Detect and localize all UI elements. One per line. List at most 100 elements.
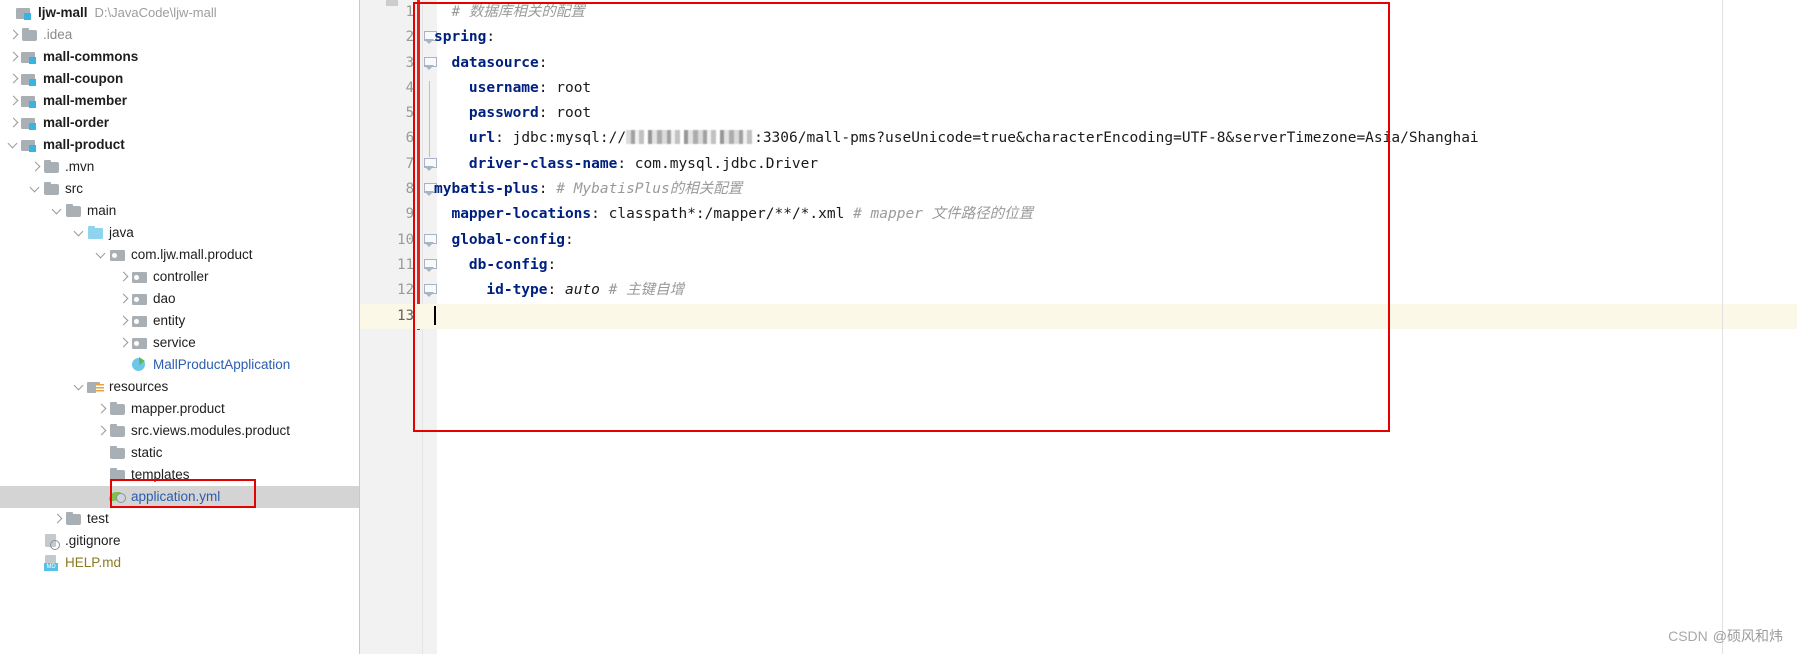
code-line[interactable]: 12 id-type: auto # 主键自增 [360, 278, 1797, 303]
package-icon [131, 291, 149, 307]
line-number: 3 [405, 54, 414, 71]
chevron-right-icon[interactable] [94, 398, 109, 420]
code-text: db-config: [434, 253, 556, 278]
chevron-down-icon[interactable] [72, 376, 87, 398]
watermark: CSDN @硕风和炜 [1668, 626, 1783, 646]
chevron-right-icon[interactable] [116, 332, 131, 354]
tree-row-service[interactable]: service [0, 332, 359, 354]
tree-row-com-ljw-mall-product[interactable]: com.ljw.mall.product [0, 244, 359, 266]
tree-row-main[interactable]: main [0, 200, 359, 222]
line-number: 10 [397, 231, 414, 248]
chevron-right-icon[interactable] [6, 68, 21, 90]
tree-row-java[interactable]: java [0, 222, 359, 244]
tree-item-label: mall-order [43, 115, 110, 130]
project-root-label: ljw-mall [38, 5, 88, 20]
chevron-right-icon[interactable] [50, 508, 65, 530]
code-line[interactable]: 8 mybatis-plus: # MybatisPlus的相关配置 [360, 177, 1797, 202]
code-line[interactable]: 13 [360, 303, 1797, 329]
tree-row-controller[interactable]: controller [0, 266, 359, 288]
code-line[interactable]: 5 password: root [360, 101, 1797, 133]
code-text: mybatis-plus: # MybatisPlus的相关配置 [434, 177, 742, 202]
yml-icon [109, 489, 127, 505]
code-line[interactable]: 11 db-config: [360, 253, 1797, 278]
code-token: : [538, 79, 557, 96]
tree-row-static[interactable]: static [0, 442, 359, 464]
chevron-down-icon[interactable] [94, 244, 109, 266]
line-number: 2 [405, 29, 414, 46]
tree-row-mall-coupon[interactable]: mall-coupon [0, 68, 359, 90]
chevron-right-icon[interactable] [6, 90, 21, 112]
code-text: url: jdbc:mysql://:3306/mall-pms?useUnic… [434, 126, 1479, 151]
line-number: 11 [397, 256, 414, 273]
tree-row-mall-order[interactable]: mall-order [0, 112, 359, 134]
code-content[interactable]: 1 # 数据库相关的配置 2 spring: 3 datasource: 4 usern… [360, 0, 1797, 654]
tree-row-src[interactable]: src [0, 178, 359, 200]
tree-row-entity[interactable]: entity [0, 310, 359, 332]
code-token: root [556, 105, 592, 122]
code-line[interactable]: 10 global-config: [360, 228, 1797, 253]
code-line[interactable]: 4 username: root [360, 76, 1797, 107]
code-text: datasource: [434, 51, 547, 76]
code-line[interactable]: 2 spring: [360, 25, 1797, 50]
tree-item-label: test [87, 511, 109, 526]
chevron-right-icon[interactable] [28, 156, 43, 178]
code-token: : [538, 105, 557, 122]
tree-row-dao[interactable]: dao [0, 288, 359, 310]
chevron-right-icon[interactable] [116, 288, 131, 310]
tree-row--mvn[interactable]: .mvn [0, 156, 359, 178]
tree-row-mapper-product[interactable]: mapper.product [0, 398, 359, 420]
code-text: driver-class-name: com.mysql.jdbc.Driver [434, 152, 818, 177]
code-line[interactable]: 3 datasource: [360, 51, 1797, 76]
mdfile-icon [43, 555, 61, 571]
chevron-right-icon[interactable] [94, 420, 109, 442]
folder-icon [21, 27, 39, 43]
tree-row--gitignore[interactable]: .gitignore [0, 530, 359, 552]
chevron-right-icon[interactable] [6, 112, 21, 134]
code-text: global-config: [434, 228, 573, 253]
chevron-down-icon[interactable] [50, 200, 65, 222]
text-caret [434, 306, 436, 325]
tree-row--idea[interactable]: .idea [0, 24, 359, 46]
chevron-right-icon[interactable] [6, 24, 21, 46]
tree-row-resources[interactable]: resources [0, 376, 359, 398]
project-tree-panel[interactable]: ljw-mall D:\JavaCode\ljw-mall .idea mall-… [0, 0, 360, 654]
tree-row-mallproductapplication[interactable]: MallProductApplication [0, 354, 359, 376]
tree-row-application-yml[interactable]: application.yml [0, 486, 359, 508]
line-number: 5 [405, 105, 414, 122]
tree-row-mall-member[interactable]: mall-member [0, 90, 359, 112]
tree-item-label: resources [109, 379, 169, 394]
chevron-down-icon[interactable] [72, 222, 87, 244]
tree-row-templates[interactable]: templates [0, 464, 359, 486]
code-token: root [556, 79, 592, 96]
srcfolder-icon [87, 225, 105, 241]
line-number: 7 [405, 155, 414, 172]
chevron-right-icon[interactable] [116, 266, 131, 288]
tree-row-root[interactable]: ljw-mall D:\JavaCode\ljw-mall [0, 2, 359, 24]
code-token: spring [434, 29, 487, 46]
tree-row-help-md[interactable]: HELP.md [0, 552, 359, 574]
tree-row-test[interactable]: test [0, 508, 359, 530]
tree-row-mall-commons[interactable]: mall-commons [0, 46, 359, 68]
tree-item-list[interactable]: .idea mall-commons mall-coupon mall-member m… [0, 24, 359, 574]
tree-item-label: src.views.modules.product [131, 423, 291, 438]
code-line[interactable]: 7 driver-class-name: com.mysql.jdbc.Driv… [360, 152, 1797, 177]
tree-row-src-views-modules-product[interactable]: src.views.modules.product [0, 420, 359, 442]
code-line[interactable]: 9 mapper-locations: classpath*:/mapper/*… [360, 202, 1797, 227]
code-line[interactable]: 1 # 数据库相关的配置 [360, 0, 1797, 25]
chevron-down-icon[interactable] [6, 134, 21, 156]
module-icon [21, 137, 39, 153]
tree-row-mall-product[interactable]: mall-product [0, 134, 359, 156]
chevron-down-icon[interactable] [28, 178, 43, 200]
tree-item-label: templates [131, 467, 190, 482]
code-editor[interactable]: 1 # 数据库相关的配置 2 spring: 3 datasource: 4 usern… [360, 0, 1797, 654]
chevron-right-icon[interactable] [116, 310, 131, 332]
code-text: username: root [434, 76, 591, 101]
code-line[interactable]: 6 url: jdbc:mysql://:3306/mall-pms?useUn… [360, 126, 1797, 158]
project-root-path: D:\JavaCode\ljw-mall [94, 5, 217, 20]
chevron-right-icon[interactable] [6, 46, 21, 68]
